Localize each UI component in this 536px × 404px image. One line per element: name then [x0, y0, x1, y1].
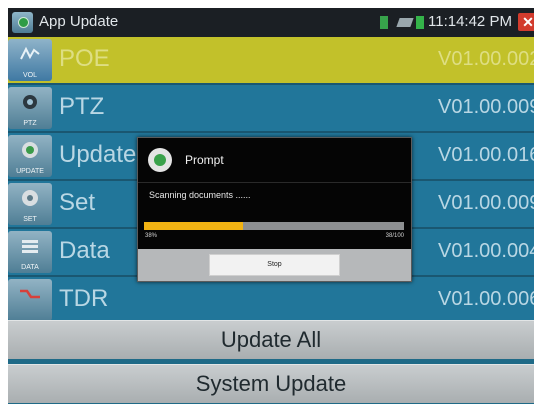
- tdr-wave-icon: [8, 279, 52, 321]
- module-version: V01.00.016: [438, 144, 534, 166]
- progress-percent: 38%: [145, 233, 158, 239]
- set-gear-icon: SET: [8, 183, 52, 225]
- progress-fill: [144, 222, 243, 230]
- list-item-poe[interactable]: VOL POE V01.00.002: [8, 37, 534, 85]
- progress-count: 38/100: [385, 233, 404, 239]
- clock: 11:14:42 PM: [428, 13, 512, 30]
- progress-bar: [144, 222, 404, 230]
- module-name: Update: [59, 141, 137, 168]
- divider: [138, 182, 411, 183]
- close-icon[interactable]: ✕: [518, 13, 534, 31]
- module-name: PTZ: [59, 93, 105, 120]
- module-name: TDR: [59, 285, 109, 312]
- system-update-button[interactable]: System Update: [8, 364, 534, 403]
- app-update-screen: App Update 11:14:42 PM ✕ VOL POE V01.00.…: [8, 8, 534, 404]
- usb-icon: [396, 18, 414, 27]
- sim-icon: [380, 16, 388, 29]
- window-title: App Update: [39, 13, 119, 30]
- module-name: POE: [59, 45, 110, 72]
- dialog-message: Scanning documents ......: [149, 190, 251, 200]
- app-icon: [12, 12, 33, 33]
- update-all-button[interactable]: Update All: [8, 320, 534, 359]
- module-version: V01.00.002: [438, 48, 534, 70]
- update-gear-icon: UPDATE: [8, 135, 52, 177]
- module-version: V01.00.009: [438, 192, 534, 214]
- dialog-footer: Stop: [138, 249, 411, 281]
- module-name: Set: [59, 189, 96, 216]
- module-version: V01.00.009: [438, 96, 534, 118]
- status-bar: App Update 11:14:42 PM ✕: [8, 8, 534, 37]
- prompt-dialog: Prompt Scanning documents ...... 38% 38/…: [137, 137, 412, 282]
- module-name: Data: [59, 237, 110, 264]
- vol-icon: VOL: [8, 39, 52, 81]
- list-item-tdr[interactable]: TDR V01.00.006: [8, 277, 534, 325]
- module-version: V01.00.006: [438, 288, 534, 310]
- data-icon: DATA: [8, 231, 52, 273]
- gear-icon: [148, 148, 172, 172]
- module-version: V01.00.004: [438, 240, 534, 262]
- stop-button[interactable]: Stop: [209, 254, 340, 276]
- battery-icon: [416, 16, 424, 29]
- ptz-camera-icon: PTZ: [8, 87, 52, 129]
- list-item-ptz[interactable]: PTZ PTZ V01.00.009: [8, 85, 534, 133]
- dialog-title: Prompt: [185, 153, 224, 167]
